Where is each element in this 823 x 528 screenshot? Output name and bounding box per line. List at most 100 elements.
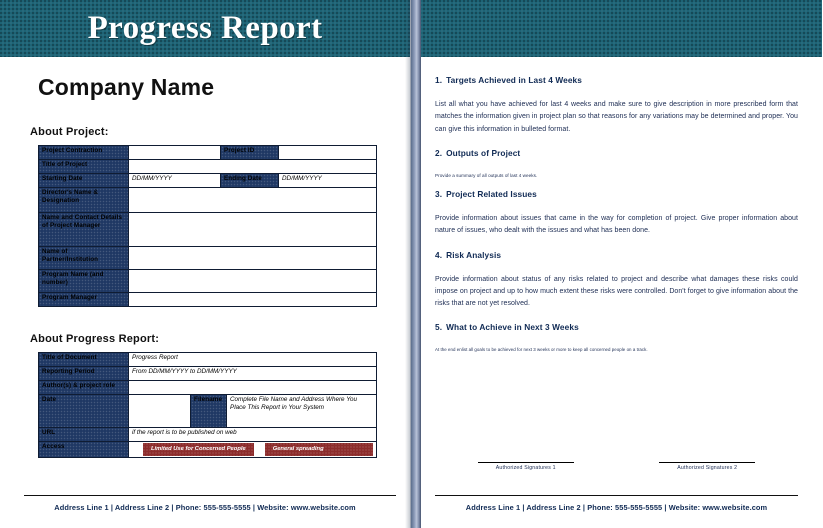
table-row: Date Filename Complete File Name and Add… — [38, 394, 378, 428]
right-page-body: 1. Targets Achieved in Last 4 Weeks List … — [411, 57, 822, 505]
table-row: Title of Document Progress Report — [38, 352, 378, 367]
section-title: Project Related Issues — [446, 189, 537, 200]
section-number: 5. — [435, 322, 443, 333]
field-value[interactable] — [128, 212, 377, 247]
footer-left: Address Line 1 | Address Line 2 | Phone:… — [0, 495, 410, 528]
field-label: Reporting Period — [38, 366, 129, 381]
field-value[interactable] — [128, 246, 377, 270]
section-number: 2. — [435, 147, 443, 158]
signature-label: Authorized Signatures 2 — [677, 465, 738, 471]
signature-label: Authorized Signatures 1 — [495, 465, 556, 471]
field-value[interactable] — [128, 292, 377, 307]
field-value[interactable] — [127, 380, 378, 395]
access-chip-general[interactable]: General spreading — [264, 443, 332, 456]
table-row: URL if the report is to be published on … — [38, 427, 378, 442]
field-value[interactable] — [128, 187, 377, 213]
table-row: Program Name (and number) — [38, 269, 377, 293]
access-options: Limited Use for Concerned People General… — [127, 441, 378, 458]
section-number: 4. — [435, 249, 443, 260]
about-project-table: Project Contraction Project ID Title of … — [38, 145, 377, 307]
field-label: Project Contraction — [38, 145, 129, 160]
page-right: 1. Targets Achieved in Last 4 Weeks List … — [411, 0, 822, 528]
field-label: Director's Name & Designation — [38, 187, 129, 213]
field-label: URL — [38, 427, 129, 442]
field-label: Date — [38, 394, 129, 428]
header-banner: Progress Report — [0, 0, 410, 57]
field-value[interactable] — [128, 269, 377, 293]
header-banner-right — [411, 0, 822, 57]
section-title: Risk Analysis — [446, 249, 502, 260]
section-body-4: Provide information about status of any … — [435, 275, 798, 308]
field-value[interactable]: Progress Report — [127, 352, 378, 367]
access-checkbox-limited[interactable] — [132, 443, 143, 456]
table-row: Author(s) & project role — [38, 380, 378, 395]
page-gutter-divider — [411, 0, 421, 528]
section-body-3: Provide information about issues that ca… — [435, 215, 798, 235]
field-label: Access — [38, 441, 129, 458]
about-report-table-wrap: Title of Document Progress Report Report… — [38, 352, 380, 458]
access-checkbox-general[interactable] — [253, 443, 265, 456]
field-label: Ending Date — [220, 173, 279, 188]
page-left: Progress Report Company Name About Proje… — [0, 0, 411, 528]
field-label: Program Manager — [38, 292, 129, 307]
field-label: Name of Partner/Institution — [38, 246, 129, 270]
section-number: 3. — [435, 189, 443, 200]
section-heading-3: 3. Project Related Issues — [435, 189, 798, 199]
table-row: Title of Project — [38, 159, 377, 174]
table-row: Director's Name & Designation — [38, 187, 377, 213]
section-heading-2: 2. Outputs of Project — [435, 148, 798, 158]
about-progress-report-table: Title of Document Progress Report Report… — [38, 352, 378, 458]
table-row: Program Manager — [38, 292, 377, 307]
signature-block-2: Authorized Signatures 2 — [637, 462, 777, 471]
field-value[interactable] — [128, 394, 191, 428]
field-value[interactable]: if the report is to be published on web — [127, 427, 378, 442]
field-value[interactable]: From DD/MM/YYYY to DD/MM/YYYY — [127, 366, 378, 381]
table-row: Name and Contact Details of Project Mana… — [38, 212, 377, 247]
page-title: Progress Report — [87, 10, 323, 46]
access-fill — [331, 443, 374, 456]
field-value[interactable]: DD/MM/YYYY — [128, 173, 221, 188]
company-name: Company Name — [38, 74, 215, 100]
field-label: Starting Date — [38, 173, 129, 188]
table-row: Reporting Period From DD/MM/YYYY to DD/M… — [38, 366, 378, 381]
section-body-1: List all what you have achieved for last… — [435, 101, 798, 133]
signature-line[interactable] — [659, 462, 756, 463]
field-value[interactable] — [128, 145, 221, 160]
section-body-5: At the end enlist all goals to be achiev… — [435, 347, 648, 353]
about-project-label: About Project: — [30, 126, 109, 138]
about-project-table-wrap: Project Contraction Project ID Title of … — [38, 145, 380, 307]
section-title: Targets Achieved in Last 4 Weeks — [446, 75, 582, 85]
field-label: Title of Project — [38, 159, 129, 174]
section-title: Outputs of Project — [446, 147, 521, 158]
about-progress-report-label: About Progress Report: — [30, 333, 160, 345]
signature-block-1: Authorized Signatures 1 — [456, 462, 596, 471]
document-sheet: Progress Report Company Name About Proje… — [0, 0, 823, 528]
table-row: Starting Date DD/MM/YYYY Ending Date DD/… — [38, 173, 377, 188]
section-number: 1. — [435, 75, 443, 85]
field-label: Filename — [190, 394, 227, 428]
field-value[interactable]: DD/MM/YYYY — [278, 173, 377, 188]
section-heading-1: 1. Targets Achieved in Last 4 Weeks — [435, 75, 798, 85]
access-chip-limited[interactable]: Limited Use for Concerned People — [143, 443, 254, 456]
field-label: Title of Document — [38, 352, 129, 367]
footer-right: Address Line 1 | Address Line 2 | Phone:… — [411, 495, 822, 528]
field-label: Name and Contact Details of Project Mana… — [38, 212, 129, 247]
section-title: What to Achieve in Next 3 Weeks — [446, 322, 579, 333]
footer-contact-text: Address Line 1 | Address Line 2 | Phone:… — [465, 503, 768, 512]
field-value[interactable]: Complete File Name and Address Where You… — [225, 394, 378, 428]
field-value[interactable] — [278, 145, 377, 160]
section-heading-4: 4. Risk Analysis — [435, 250, 798, 260]
field-value[interactable] — [128, 159, 377, 174]
footer-contact-text: Address Line 1 | Address Line 2 | Phone:… — [54, 503, 356, 512]
table-row: Access Limited Use for Concerned People … — [38, 441, 378, 458]
section-body-2: Provide a summary of all outputs of last… — [435, 172, 538, 178]
table-row: Name of Partner/Institution — [38, 246, 377, 270]
left-page-body: Company Name About Project: Project Cont… — [0, 74, 410, 514]
signature-area: Authorized Signatures 1 Authorized Signa… — [435, 462, 798, 471]
field-label: Program Name (and number) — [38, 269, 129, 293]
table-row: Project Contraction Project ID — [38, 145, 377, 160]
field-label: Project ID — [220, 145, 279, 160]
signature-line[interactable] — [477, 462, 574, 463]
field-label: Author(s) & project role — [38, 380, 129, 395]
section-heading-5: 5. What to Achieve in Next 3 Weeks — [435, 322, 798, 332]
